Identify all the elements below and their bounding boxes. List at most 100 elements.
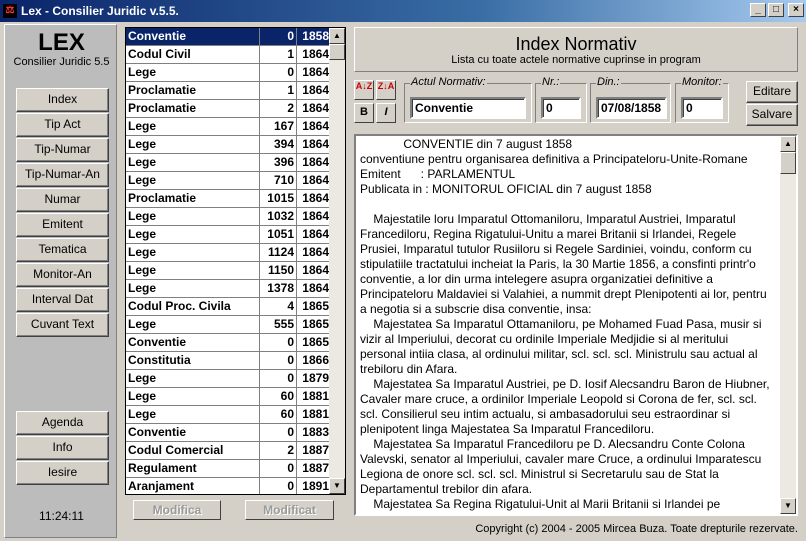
table-row[interactable]: Codul Comercial 2 1887 — [126, 442, 331, 460]
din-field[interactable]: 07/08/1858 — [596, 97, 667, 119]
table-row[interactable]: Lege 555 1865 — [126, 316, 331, 334]
sort-ascending-icon[interactable]: A↓Z — [354, 80, 374, 100]
list-scroll-up-button[interactable]: ▲ — [329, 28, 345, 44]
act-type-cell: Conventie — [126, 424, 260, 441]
document-text[interactable]: CONVENTIE din 7 august 1858 conventiune … — [360, 137, 780, 513]
page-title: Index Normativ — [515, 34, 637, 54]
act-number-cell: 0 — [260, 424, 297, 441]
doc-scroll-up-button[interactable]: ▲ — [780, 136, 796, 152]
table-row[interactable]: Codul Proc. Civila 4 1865 — [126, 298, 331, 316]
table-row[interactable]: Conventie 0 1865 — [126, 334, 331, 352]
act-number-cell: 1150 — [260, 262, 297, 279]
nav-interval-dat-button[interactable]: Interval Dat — [16, 288, 109, 312]
act-type-cell: Aranjament — [126, 478, 260, 494]
act-type-cell: Lege — [126, 118, 260, 135]
table-row[interactable]: Conventie 0 1883 — [126, 424, 331, 442]
act-year-cell: 1879 — [302, 371, 329, 385]
monitor-field[interactable]: 0 — [681, 97, 723, 119]
window-title: Lex - Consilier Juridic v.5.5. — [21, 4, 179, 18]
act-type-cell: Proclamatie — [126, 100, 260, 117]
table-row[interactable]: Codul Civil 1 1864 — [126, 46, 331, 64]
table-row[interactable]: Proclamatie 1 1864 — [126, 82, 331, 100]
act-year-cell: 1864 — [302, 191, 329, 205]
table-row[interactable]: Lege 396 1864 — [126, 154, 331, 172]
table-row[interactable]: Lege 60 1881 — [126, 388, 331, 406]
nav-tip-numar-button[interactable]: Tip-Numar — [16, 138, 109, 162]
modifica-button[interactable]: Modifica — [133, 500, 221, 520]
table-row[interactable]: Lege 60 1881 — [126, 406, 331, 424]
act-number-cell: 396 — [260, 154, 297, 171]
table-row[interactable]: Lege 394 1864 — [126, 136, 331, 154]
sort-descending-icon[interactable]: Z↓A — [376, 80, 396, 100]
table-row[interactable]: Proclamatie 1015 1864 — [126, 190, 331, 208]
act-year-cell: 1864 — [302, 101, 329, 115]
document-viewer[interactable]: CONVENTIE din 7 august 1858 conventiune … — [354, 134, 798, 516]
act-number-cell: 1032 — [260, 208, 297, 225]
nav-index-button[interactable]: Index — [16, 88, 109, 112]
table-row[interactable]: Lege 1150 1864 — [126, 262, 331, 280]
table-row[interactable]: Aranjament 0 1891 — [126, 478, 331, 494]
bold-button[interactable]: B — [354, 103, 374, 123]
agenda-button[interactable]: Agenda — [16, 411, 109, 435]
table-row[interactable]: Lege 1032 1864 — [126, 208, 331, 226]
maximize-button[interactable]: □ — [768, 3, 784, 17]
nav-emitent-button[interactable]: Emitent — [16, 213, 109, 237]
act-year-cell: 1865 — [302, 299, 329, 313]
act-type-cell: Lege — [126, 136, 260, 153]
table-row[interactable]: Proclamatie 2 1864 — [126, 100, 331, 118]
monitor-label: Monitor: — [681, 76, 723, 88]
minimize-button[interactable]: _ — [750, 3, 766, 17]
act-year-cell: 1864 — [302, 83, 329, 97]
act-number-cell: 1 — [260, 82, 297, 99]
table-row[interactable]: Lege 710 1864 — [126, 172, 331, 190]
act-number-cell: 0 — [260, 460, 297, 477]
table-row[interactable]: Lege 0 1879 — [126, 370, 331, 388]
copyright-text: Copyright (c) 2004 - 2005 Mircea Buza. T… — [475, 523, 798, 535]
act-number-cell: 1 — [260, 46, 297, 63]
act-field[interactable]: Conventie — [410, 97, 526, 119]
table-row[interactable]: Lege 167 1864 — [126, 118, 331, 136]
close-button[interactable]: × — [788, 3, 804, 17]
modificat-button[interactable]: Modificat — [245, 500, 334, 520]
nr-field[interactable]: 0 — [541, 97, 581, 119]
table-row[interactable]: Conventie 0 1858 — [126, 28, 331, 46]
table-row[interactable]: Lege 0 1864 — [126, 64, 331, 82]
list-scroll-thumb[interactable] — [329, 44, 345, 60]
table-row[interactable]: Lege 1051 1864 — [126, 226, 331, 244]
act-type-cell: Lege — [126, 244, 260, 261]
clock: 11:24:11 — [39, 509, 84, 523]
nav-tematica-button[interactable]: Tematica — [16, 238, 109, 262]
act-year-cell: 1881 — [302, 389, 329, 403]
acts-list[interactable]: Conventie 0 1858 Codul Civil 1 1864 Lege 0 1864 P… — [125, 27, 346, 495]
nav-tip-numar-an-button[interactable]: Tip-Numar-An — [16, 163, 109, 187]
table-row[interactable]: Regulament 0 1887 — [126, 460, 331, 478]
act-year-cell: 1887 — [302, 461, 329, 475]
act-year-cell: 1864 — [302, 137, 329, 151]
italic-button[interactable]: I — [376, 103, 396, 123]
nav-monitor-an-button[interactable]: Monitor-An — [16, 263, 109, 287]
table-row[interactable]: Lege 1378 1864 — [126, 280, 331, 298]
nav-cuvant-text-button[interactable]: Cuvant Text — [16, 313, 109, 337]
doc-scroll-down-button[interactable]: ▼ — [780, 498, 796, 514]
list-scrollbar[interactable]: ▲ ▼ — [329, 28, 345, 494]
iesire-button[interactable]: Iesire — [16, 461, 109, 485]
table-row[interactable]: Lege 1124 1864 — [126, 244, 331, 262]
info-button[interactable]: Info — [16, 436, 109, 460]
table-row[interactable]: Constitutia 0 1866 — [126, 352, 331, 370]
doc-scroll-thumb[interactable] — [780, 152, 796, 174]
din-group: Din.: 07/08/1858 — [590, 76, 671, 123]
act-type-cell: Lege — [126, 262, 260, 279]
act-year-cell: 1883 — [302, 425, 329, 439]
act-type-cell: Constitutia — [126, 352, 260, 369]
editare-button[interactable]: Editare — [746, 81, 798, 103]
act-number-cell: 1124 — [260, 244, 297, 261]
brand-title: LEX — [38, 29, 85, 56]
act-group: Actul Normativ: Conventie — [404, 76, 532, 123]
act-type-cell: Lege — [126, 172, 260, 189]
doc-scrollbar[interactable]: ▲ ▼ — [780, 136, 796, 514]
nav-numar-button[interactable]: Numar — [16, 188, 109, 212]
list-scroll-down-button[interactable]: ▼ — [329, 478, 345, 494]
bottom-nav-group: Agenda Info Iesire — [16, 411, 109, 486]
salvare-button[interactable]: Salvare — [746, 104, 798, 126]
nav-tip-act-button[interactable]: Tip Act — [16, 113, 109, 137]
